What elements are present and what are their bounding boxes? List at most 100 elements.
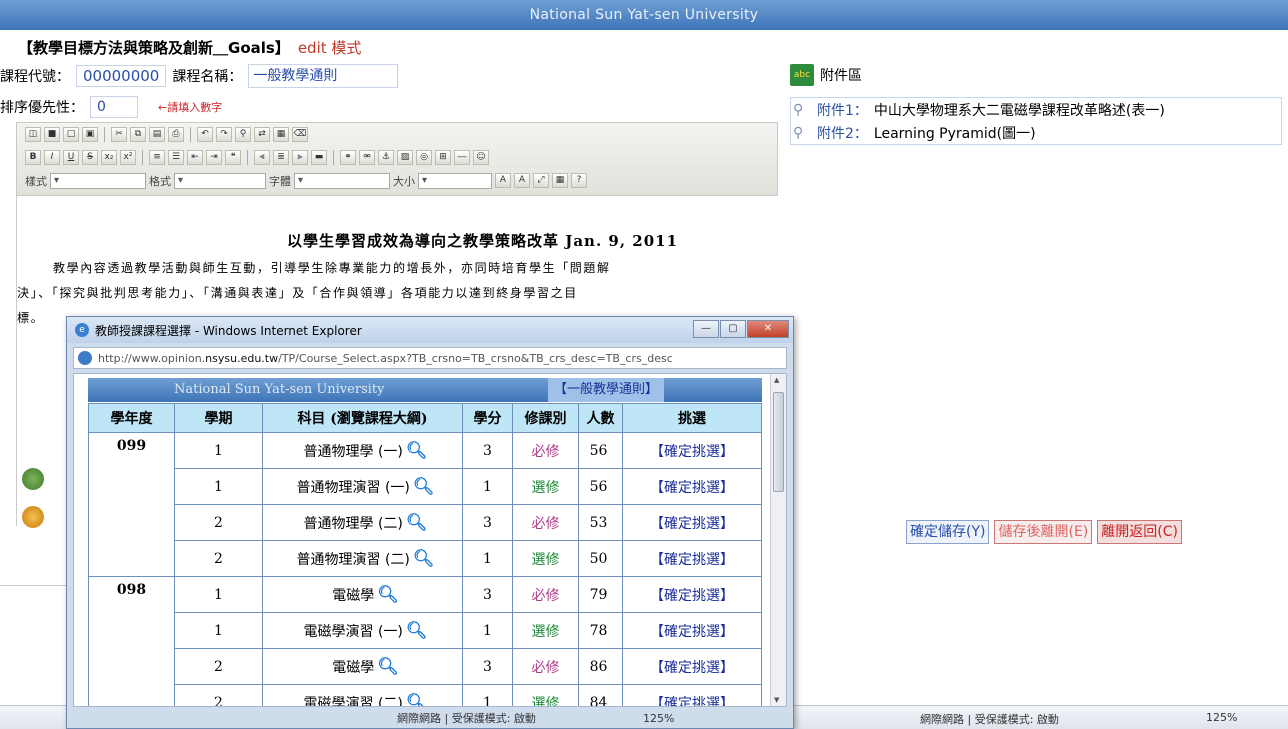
subject-cell[interactable]: 電磁學 🔍︎ — [262, 648, 463, 685]
select-all-icon[interactable]: ▦ — [273, 127, 289, 142]
attachment-name[interactable]: 中山大學物理系大二電磁學課程改革略述(表一) — [874, 100, 1165, 120]
save-button[interactable]: 確定儲存(Y) — [906, 520, 990, 544]
magnifier-icon[interactable]: 🔍︎ — [406, 441, 428, 461]
select-link[interactable]: 【確定挑選】 — [622, 540, 762, 577]
cut-icon[interactable]: ✂ — [111, 127, 127, 142]
redo-icon[interactable]: ↷ — [216, 127, 232, 142]
priority-input[interactable]: 0 — [90, 96, 138, 118]
popup-scrollbar[interactable]: ▲ ▼ — [770, 374, 786, 706]
print-icon[interactable]: ⎙ — [168, 127, 184, 142]
help-icon[interactable]: ? — [571, 173, 587, 188]
select-link[interactable]: 【確定挑選】 — [622, 612, 762, 649]
bold-icon[interactable]: B — [25, 150, 41, 165]
outdent-icon[interactable]: ⇤ — [187, 150, 203, 165]
ordered-list-icon[interactable]: ≡ — [149, 150, 165, 165]
image-icon[interactable]: ▨ — [397, 150, 413, 165]
leave-button[interactable]: 離開返回(C) — [1097, 520, 1182, 544]
flash-icon[interactable]: ◎ — [416, 150, 432, 165]
hr-icon[interactable]: ― — [454, 150, 470, 165]
type-cell: 選修 — [512, 612, 579, 649]
select-link[interactable]: 【確定挑選】 — [622, 576, 762, 613]
subject-cell[interactable]: 普通物理學 (二) 🔍︎ — [262, 504, 463, 541]
style-select[interactable]: ▾ — [50, 172, 146, 189]
count-cell: 53 — [578, 504, 623, 541]
subject-cell[interactable]: 電磁學演習 (一) 🔍︎ — [262, 612, 463, 649]
source-icon[interactable]: ◫ — [25, 127, 41, 142]
size-select[interactable]: ▾ — [418, 172, 492, 189]
scroll-thumb[interactable] — [773, 392, 784, 492]
magnifier-icon[interactable]: 🔍︎ — [406, 693, 428, 707]
select-link[interactable]: 【確定挑選】 — [622, 468, 762, 505]
justify-icon[interactable]: ▬ — [311, 150, 327, 165]
find-icon[interactable]: ⚲ — [235, 127, 251, 142]
subject-cell[interactable]: 普通物理學 (一) 🔍︎ — [262, 432, 463, 469]
year-cell: 099 — [88, 432, 175, 577]
new-page-icon[interactable]: □ — [63, 127, 79, 142]
replace-icon[interactable]: ⇄ — [254, 127, 270, 142]
paste-icon[interactable]: ▤ — [149, 127, 165, 142]
unlink-icon[interactable]: ⚮ — [359, 150, 375, 165]
subject-cell[interactable]: 普通物理演習 (二) 🔍︎ — [262, 540, 463, 577]
format-select[interactable]: ▾ — [174, 172, 266, 189]
subject-cell[interactable]: 電磁學演習 (二) 🔍︎ — [262, 684, 463, 707]
attachment-name[interactable]: Learning Pyramid(圖一) — [874, 123, 1036, 143]
align-right-icon[interactable]: ⫸ — [292, 150, 308, 165]
smiley-icon[interactable]: ☺ — [473, 150, 489, 165]
attachment-item[interactable]: ⚲ 附件2： Learning Pyramid(圖一) — [791, 121, 1281, 144]
magnifier-icon[interactable]: 🔍︎ — [406, 513, 428, 533]
type-cell: 選修 — [512, 540, 579, 577]
attachment-label: 附件1： — [817, 102, 868, 119]
address-bar[interactable]: http://www.opinion.nsysu.edu.tw/TP/Cours… — [73, 347, 787, 369]
table-icon[interactable]: ⊞ — [435, 150, 451, 165]
users-icon[interactable] — [22, 468, 44, 490]
url-text: http://www.opinion.nsysu.edu.tw/TP/Cours… — [98, 351, 673, 365]
course-name-field[interactable]: 一般教學通則 — [248, 64, 399, 88]
preview-icon[interactable]: ▣ — [82, 127, 98, 142]
zoom-level[interactable]: 125% — [1206, 711, 1237, 724]
subject-cell[interactable]: 普通物理演習 (一) 🔍︎ — [262, 468, 463, 505]
anchor-icon[interactable]: ⚓ — [378, 150, 394, 165]
popup-status-bar: 網際網路 | 受保護模式: 啟動 125% — [73, 709, 787, 727]
save-icon[interactable]: ■ — [44, 127, 60, 142]
blocks-icon[interactable]: ▦ — [552, 173, 568, 188]
bg-color-icon[interactable]: A — [514, 173, 530, 188]
attachment-item[interactable]: ⚲ 附件1： 中山大學物理系大二電磁學課程改革略述(表一) — [791, 98, 1281, 121]
scroll-up-icon[interactable]: ▲ — [774, 376, 779, 384]
magnifier-icon[interactable]: 🔍︎ — [377, 657, 399, 677]
align-center-icon[interactable]: ≣ — [273, 150, 289, 165]
minimize-button[interactable]: — — [693, 320, 719, 338]
magnifier-icon[interactable]: 🔍︎ — [377, 585, 399, 605]
magnifier-icon[interactable]: 🔍︎ — [413, 477, 435, 497]
course-code-field[interactable]: 00000000 — [76, 65, 167, 87]
link-icon[interactable]: ⚭ — [340, 150, 356, 165]
close-button[interactable]: ✕ — [747, 320, 789, 338]
text-color-icon[interactable]: A — [495, 173, 511, 188]
magnifier-icon[interactable]: 🔍︎ — [406, 621, 428, 641]
copy-icon[interactable]: ⧉ — [130, 127, 146, 142]
clock-icon[interactable] — [22, 506, 44, 528]
save-and-leave-button[interactable]: 儲存後離開(E) — [994, 520, 1093, 544]
eraser-icon[interactable]: ⌫ — [292, 127, 308, 142]
indent-icon[interactable]: ⇥ — [206, 150, 222, 165]
magnifier-icon[interactable]: 🔍︎ — [413, 549, 435, 569]
scroll-down-icon[interactable]: ▼ — [774, 696, 779, 704]
maximize-icon[interactable]: ⤢ — [533, 173, 549, 188]
quote-icon[interactable]: ❝ — [225, 150, 241, 165]
align-left-icon[interactable]: ⫷ — [254, 150, 270, 165]
popup-title-bar[interactable]: e 教師授課課程選擇 - Windows Internet Explorer — [67, 317, 793, 343]
superscript-icon[interactable]: x² — [120, 150, 136, 165]
strike-icon[interactable]: S — [82, 150, 98, 165]
select-link[interactable]: 【確定挑選】 — [622, 648, 762, 685]
popup-zoom-level[interactable]: 125% — [643, 712, 674, 725]
select-link[interactable]: 【確定挑選】 — [622, 504, 762, 541]
subscript-icon[interactable]: x₂ — [101, 150, 117, 165]
underline-icon[interactable]: U — [63, 150, 79, 165]
font-select[interactable]: ▾ — [294, 172, 390, 189]
maximize-button[interactable]: ▢ — [720, 320, 746, 338]
italic-icon[interactable]: I — [44, 150, 60, 165]
select-link[interactable]: 【確定挑選】 — [622, 684, 762, 706]
select-link[interactable]: 【確定挑選】 — [622, 432, 762, 469]
bullet-list-icon[interactable]: ☰ — [168, 150, 184, 165]
undo-icon[interactable]: ↶ — [197, 127, 213, 142]
subject-cell[interactable]: 電磁學 🔍︎ — [262, 576, 463, 613]
